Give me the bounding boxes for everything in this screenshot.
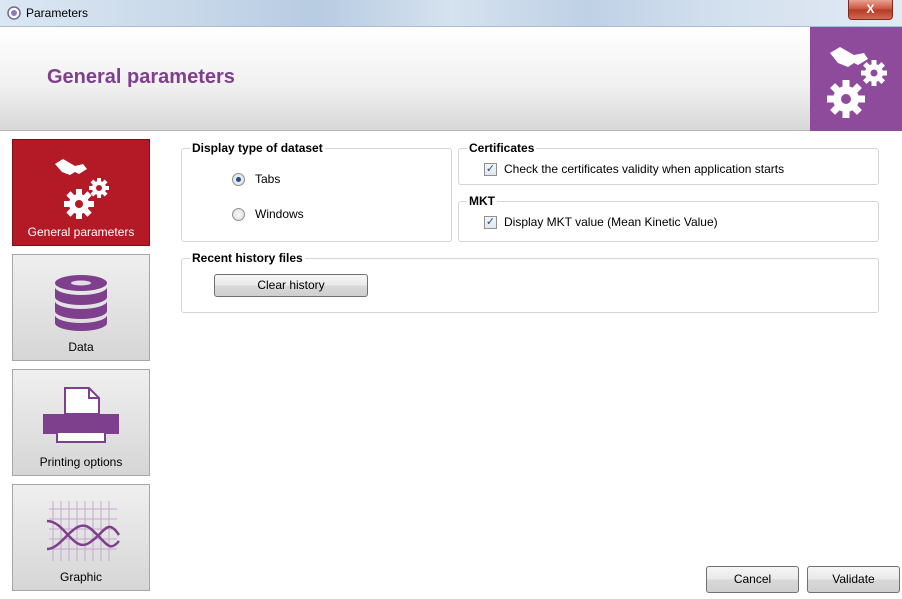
header-logo [810, 27, 902, 131]
certificates-legend: Certificates [467, 141, 537, 155]
certificates-check-option[interactable]: ✓ Check the certificates validity when a… [484, 162, 784, 176]
sidebar-item-label: General parameters [27, 225, 135, 239]
display-type-legend: Display type of dataset [190, 141, 325, 155]
mkt-legend: MKT [467, 194, 497, 208]
window-title: Parameters [26, 6, 89, 20]
page-title: General parameters [47, 66, 235, 88]
gears-icon [55, 159, 109, 219]
database-icon [55, 275, 107, 331]
cancel-button[interactable]: Cancel [706, 566, 799, 593]
mkt-checkbox[interactable]: ✓ [484, 215, 497, 229]
header-banner: General parameters [0, 27, 902, 131]
sidebar-item-general-parameters[interactable]: General parameters [12, 139, 150, 246]
tabs-radio[interactable] [232, 172, 245, 186]
app-icon [7, 6, 21, 20]
tabs-radio-label: Tabs [255, 172, 281, 186]
certificates-check-label: Check the certificates validity when app… [504, 162, 785, 176]
mkt-check-label: Display MKT value (Mean Kinetic Value) [504, 215, 718, 229]
title-bar: Parameters X [0, 0, 902, 27]
certificates-group: Certificates ✓ Check the certificates va… [458, 141, 879, 185]
gears-icon [827, 47, 887, 118]
windows-radio-label: Windows [255, 207, 304, 221]
close-button[interactable]: X [848, 0, 893, 20]
history-legend: Recent history files [190, 251, 305, 265]
sidebar-item-printing-options[interactable]: Printing options [12, 369, 150, 476]
mkt-group: MKT ✓ Display MKT value (Mean Kinetic Va… [458, 194, 879, 242]
sidebar-item-label: Printing options [39, 455, 123, 469]
history-group: Recent history files Clear history [181, 251, 879, 313]
clear-history-button[interactable]: Clear history [214, 274, 368, 297]
sidebar: General parameters Data Printing options [0, 131, 160, 599]
display-type-group: Display type of dataset Tabs Windows [181, 141, 452, 242]
printer-icon [43, 387, 119, 443]
sidebar-item-graphic[interactable]: Graphic [12, 484, 150, 591]
tabs-radio-option[interactable]: Tabs [232, 172, 280, 186]
graph-icon [46, 501, 121, 561]
validate-button[interactable]: Validate [807, 566, 900, 593]
mkt-check-option[interactable]: ✓ Display MKT value (Mean Kinetic Value) [484, 215, 718, 229]
windows-radio[interactable] [232, 207, 245, 221]
sidebar-item-label: Graphic [59, 570, 103, 584]
certificates-checkbox[interactable]: ✓ [484, 162, 497, 176]
sidebar-item-label: Data [68, 340, 94, 354]
sidebar-item-data[interactable]: Data [12, 254, 150, 361]
windows-radio-option[interactable]: Windows [232, 207, 304, 221]
